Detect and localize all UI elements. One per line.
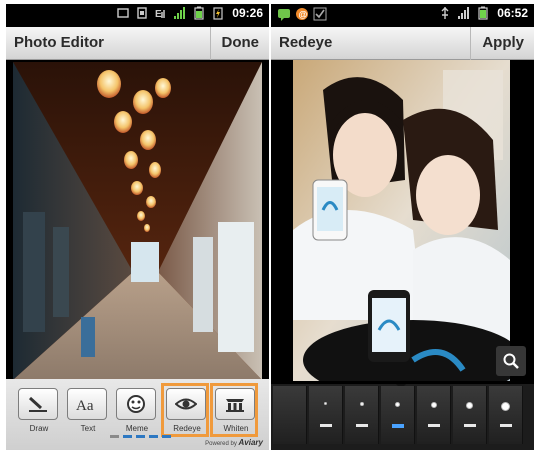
- svg-text:E: E: [155, 9, 162, 20]
- brush-size-option[interactable]: [309, 386, 343, 444]
- checkmark-icon: [313, 7, 327, 21]
- selection-highlight: [210, 383, 258, 437]
- zoom-button[interactable]: [496, 346, 526, 376]
- battery-icon: [478, 6, 488, 20]
- page-dot: [162, 435, 171, 438]
- tool-label: Draw: [29, 424, 49, 433]
- corridor-photo: [13, 62, 262, 380]
- powered-by: Powered by Aviary: [205, 438, 263, 447]
- screen-title: Photo Editor: [14, 34, 104, 51]
- tool-text[interactable]: Aa Text: [67, 388, 109, 433]
- done-button[interactable]: Done: [209, 27, 270, 60]
- tool-redeye[interactable]: Redeye: [161, 383, 209, 437]
- brush-size-option[interactable]: [273, 386, 307, 444]
- brush-size-option[interactable]: [489, 386, 523, 444]
- brush-dot: [359, 402, 364, 406]
- action-bar: Redeye Apply: [271, 27, 534, 60]
- brush-bar: [500, 424, 512, 427]
- powered-by-text: Powered by: [205, 441, 237, 447]
- brush-dot: [395, 402, 400, 407]
- email-icon: @: [296, 8, 308, 20]
- status-time: 06:52: [497, 6, 528, 20]
- signal-icon: [174, 7, 186, 19]
- brush-size-strip: [271, 384, 534, 450]
- selection-highlight: [161, 383, 209, 437]
- battery-charging-icon: [213, 7, 223, 20]
- brush-dot: [430, 402, 437, 408]
- brush-dot: [324, 402, 327, 405]
- page-dot-active: [123, 435, 132, 438]
- screen-title: Redeye: [279, 34, 333, 51]
- brand-logo: Aviary: [238, 438, 263, 447]
- wifi-icon: E: [155, 9, 166, 20]
- brush-dot: [501, 402, 510, 411]
- tool-whiten[interactable]: Whiten: [210, 383, 258, 437]
- text-aa-icon[interactable]: Aa: [67, 388, 107, 420]
- tool-label: Text: [80, 424, 96, 433]
- tool-draw[interactable]: Draw: [18, 388, 60, 433]
- usb-icon: [441, 7, 449, 19]
- svg-text:@: @: [299, 10, 308, 20]
- draw-brush-icon[interactable]: [18, 388, 58, 420]
- magnifier-icon: [503, 353, 519, 369]
- portrait-photo: [293, 60, 510, 381]
- page-dot: [149, 435, 158, 438]
- svg-text:Aa: Aa: [76, 398, 94, 413]
- data-sync-icon: [137, 7, 147, 19]
- page-dot: [110, 435, 119, 438]
- battery-icon: [194, 6, 204, 20]
- brush-bar: [356, 424, 368, 427]
- usb-icon: [117, 8, 129, 18]
- status-time: 09:26: [232, 6, 263, 20]
- tool-meme[interactable]: Meme: [116, 388, 158, 433]
- page-indicator: [110, 435, 171, 438]
- page-dot: [136, 435, 145, 438]
- tool-bar: Draw Aa Text Meme Redeye Whiten Powered …: [6, 379, 269, 450]
- redeye-screen: @ 06:52 Redeye Apply: [271, 4, 534, 450]
- status-bar: @ 06:52: [271, 4, 534, 27]
- brush-bar: [428, 424, 440, 427]
- brush-bar-selected: [392, 424, 404, 428]
- brush-size-option-selected[interactable]: [381, 386, 415, 444]
- message-icon: [278, 9, 290, 21]
- brush-bar: [464, 424, 476, 427]
- brush-dot: [466, 402, 473, 409]
- brush-bar: [320, 424, 332, 427]
- brush-size-option[interactable]: [345, 386, 379, 444]
- brush-size-option[interactable]: [453, 386, 487, 444]
- action-bar: Photo Editor Done: [6, 27, 269, 60]
- photo-editor-screen: E 09:26 Photo Editor Done Draw Aa Text M…: [6, 4, 269, 450]
- brush-size-option[interactable]: [417, 386, 451, 444]
- tool-label: Meme: [125, 424, 149, 433]
- photo-canvas[interactable]: [293, 60, 510, 381]
- meme-face-icon[interactable]: [116, 388, 156, 420]
- photo-canvas[interactable]: [13, 62, 262, 380]
- status-bar: E 09:26: [6, 4, 269, 27]
- apply-button[interactable]: Apply: [470, 27, 534, 60]
- signal-icon: [458, 7, 470, 19]
